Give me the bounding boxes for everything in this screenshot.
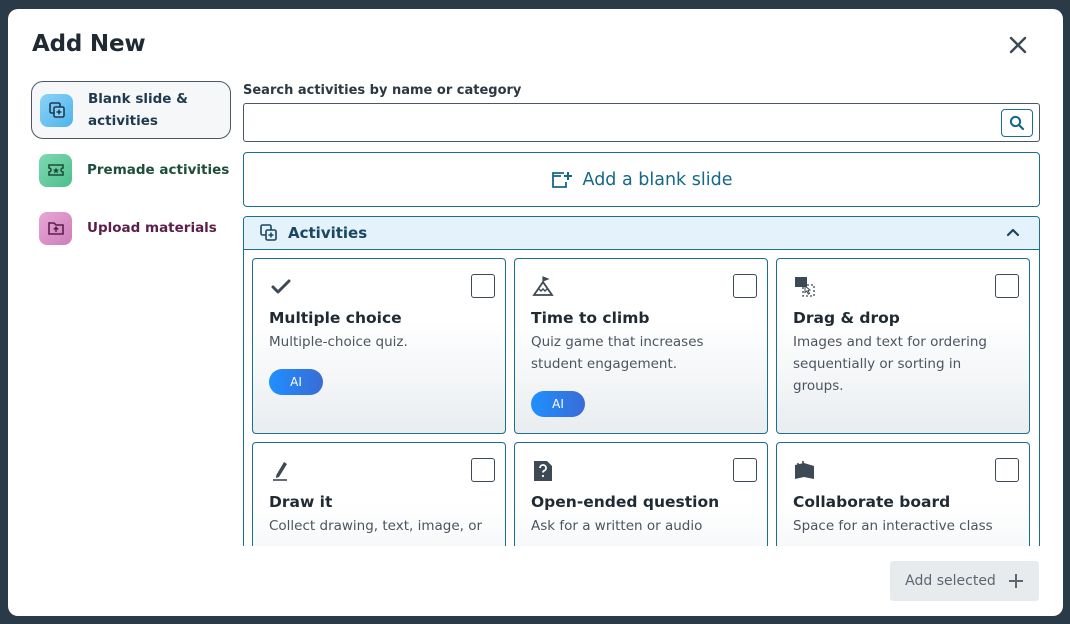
activities-header-label: Activities — [288, 224, 368, 242]
activity-title: Draw it — [269, 493, 333, 511]
mountain-flag-icon — [532, 276, 554, 296]
sidebar-item-upload[interactable]: Upload materials — [31, 199, 231, 257]
sidebar-item-blank-slide[interactable]: Blank slide & activities — [31, 81, 231, 139]
activity-description: Space for an interactive class — [793, 518, 993, 534]
sidebar-item-label: Upload materials — [87, 220, 217, 236]
add-new-dialog: Add New Blank slide & activities Premade… — [8, 9, 1063, 616]
activity-card-open-ended[interactable]: Open-ended question Ask for a written or… — [514, 442, 768, 546]
activity-card-collaborate-board[interactable]: Collaborate board Space for an interacti… — [776, 442, 1030, 546]
ai-badge[interactable]: AI — [269, 369, 323, 395]
board-icon — [795, 461, 814, 479]
activity-checkbox[interactable] — [995, 274, 1019, 298]
activity-description: Quiz game that increases student engagem… — [531, 334, 704, 372]
activity-description: Ask for a written or audio — [531, 518, 703, 534]
search-icon — [1009, 115, 1025, 131]
add-selected-button[interactable]: Add selected — [890, 561, 1039, 601]
activity-checkbox[interactable] — [733, 458, 757, 482]
activity-title: Time to climb — [531, 309, 650, 327]
close-button[interactable] — [1004, 31, 1032, 59]
duplicate-slide-icon — [40, 93, 73, 127]
sidebar: Blank slide & activities Premade activit… — [31, 81, 231, 257]
ai-badge[interactable]: AI — [531, 391, 585, 417]
folder-upload-icon — [39, 211, 72, 245]
sidebar-item-premade[interactable]: Premade activities — [31, 141, 231, 199]
search-label: Search activities by name or category — [243, 83, 522, 98]
chevron-up-icon[interactable] — [1005, 224, 1021, 240]
duplicate-slide-icon — [260, 224, 277, 241]
activities-header[interactable]: Activities — [244, 217, 1039, 250]
search-field — [243, 103, 1040, 142]
add-blank-slide-label: Add a blank slide — [582, 169, 733, 190]
search-button[interactable] — [1001, 109, 1033, 137]
add-blank-slide-button[interactable]: Add a blank slide — [243, 152, 1040, 207]
search-input[interactable] — [254, 104, 994, 140]
activity-title: Collaborate board — [793, 493, 951, 511]
activity-description: Images and text for ordering sequentiall… — [793, 334, 987, 394]
checkmark-icon — [271, 279, 291, 294]
activity-checkbox[interactable] — [995, 458, 1019, 482]
activity-card-multiple-choice[interactable]: Multiple choice Multiple-choice quiz. AI — [252, 258, 506, 434]
activity-card-draw-it[interactable]: Draw it Collect drawing, text, image, or — [252, 442, 506, 546]
close-icon — [1009, 36, 1027, 54]
activities-panel: Activities Multiple choice Multiple-choi… — [243, 216, 1040, 546]
ticket-icon — [39, 153, 72, 187]
activity-checkbox[interactable] — [733, 274, 757, 298]
drag-drop-icon — [795, 277, 815, 297]
activity-title: Open-ended question — [531, 493, 720, 511]
activity-checkbox[interactable] — [471, 274, 495, 298]
sidebar-item-label: Blank slide & activities — [88, 91, 188, 129]
question-doc-icon — [534, 461, 552, 481]
add-selected-label: Add selected — [905, 573, 996, 589]
activity-description: Multiple-choice quiz. — [269, 334, 408, 350]
activity-title: Drag & drop — [793, 309, 900, 327]
sidebar-item-label: Premade activities — [87, 162, 230, 178]
plus-icon — [1008, 574, 1023, 588]
activity-card-drag-drop[interactable]: Drag & drop Images and text for ordering… — [776, 258, 1030, 434]
activity-description: Collect drawing, text, image, or — [269, 518, 483, 534]
pencil-icon — [273, 462, 287, 481]
activity-title: Multiple choice — [269, 309, 402, 327]
activity-checkbox[interactable] — [471, 458, 495, 482]
dialog-title: Add New — [32, 31, 146, 57]
add-slide-icon — [551, 171, 572, 188]
activity-card-time-to-climb[interactable]: Time to climb Quiz game that increases s… — [514, 258, 768, 434]
